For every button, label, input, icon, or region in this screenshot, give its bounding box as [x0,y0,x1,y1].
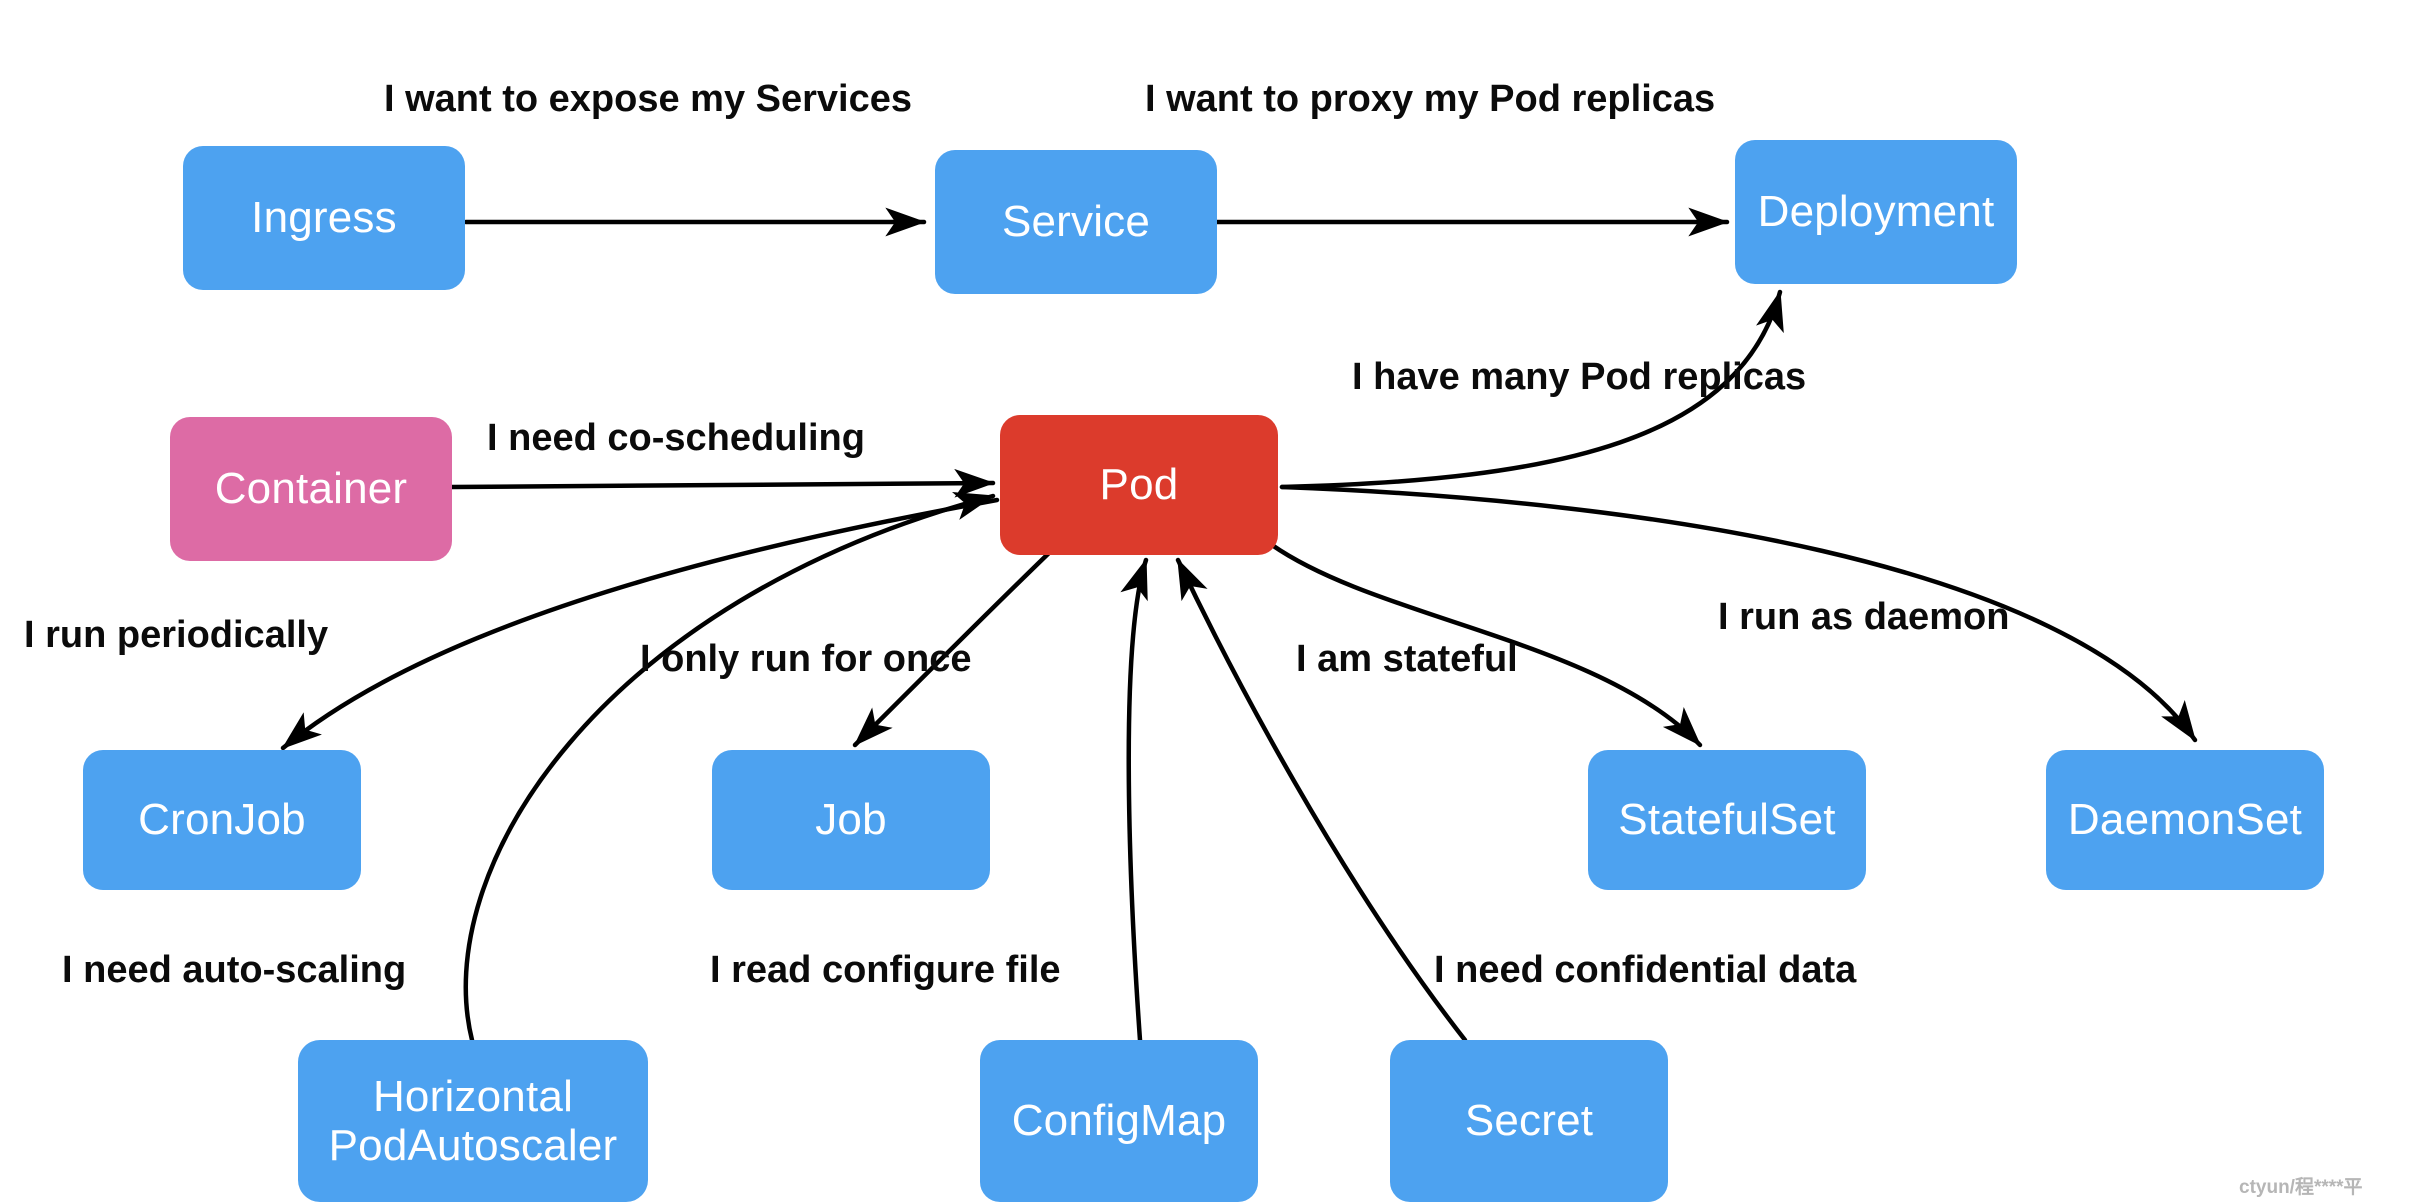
diagram-canvas: Ingress Service Deployment Container Pod… [0,0,2412,1202]
node-statefulset[interactable]: StatefulSet [1588,750,1866,890]
node-cronjob[interactable]: CronJob [83,750,361,890]
node-service[interactable]: Service [935,150,1217,294]
node-ingress-label: Ingress [251,193,397,243]
node-daemonset-label: DaemonSet [2067,795,2303,845]
node-deployment[interactable]: Deployment [1735,140,2017,284]
watermark: ctyun/程****平 [2239,1177,2363,1198]
edge-label-coscheduling: I need co-scheduling [487,417,865,459]
node-configmap[interactable]: ConfigMap [980,1040,1258,1202]
node-job[interactable]: Job [712,750,990,890]
edge-label-confidential-data: I need confidential data [1434,949,1857,991]
node-container-label: Container [214,464,408,514]
node-container[interactable]: Container [170,417,452,561]
edge-configmap-to-pod [1120,557,1149,1043]
node-service-label: Service [1001,197,1151,247]
edge-label-proxy: I want to proxy my Pod replicas [1145,78,1716,120]
node-ingress[interactable]: Ingress [183,146,465,290]
edge-label-periodically: I run periodically [24,614,329,656]
node-horizontal-pod-autoscaler[interactable]: Horizontal PodAutoscaler [298,1040,648,1202]
edge-label-run-once: I only run for once [640,638,972,680]
edge-label-autoscaling: I need auto-scaling [62,949,407,991]
node-pod-label: Pod [1099,460,1179,510]
edge-label-configure-file: I read configure file [710,949,1061,991]
node-deployment-label: Deployment [1757,187,1995,237]
node-job-label: Job [815,795,887,845]
node-statefulset-label: StatefulSet [1618,795,1836,845]
edge-label-daemon: I run as daemon [1718,596,2010,638]
edge-container-to-pod [449,468,996,498]
node-hpa-label: Horizontal PodAutoscaler [328,1071,618,1170]
node-pod[interactable]: Pod [1000,415,1278,555]
node-daemonset[interactable]: DaemonSet [2046,750,2324,890]
edge-label-replicas: I have many Pod replicas [1352,356,1807,398]
node-secret[interactable]: Secret [1390,1040,1668,1202]
node-configmap-label: ConfigMap [1011,1096,1227,1146]
edge-secret-to-pod [1175,557,1468,1043]
node-secret-label: Secret [1464,1096,1594,1146]
node-cronjob-label: CronJob [138,795,306,845]
edge-label-stateful: I am stateful [1296,638,1518,680]
edge-label-expose: I want to expose my Services [384,78,913,120]
